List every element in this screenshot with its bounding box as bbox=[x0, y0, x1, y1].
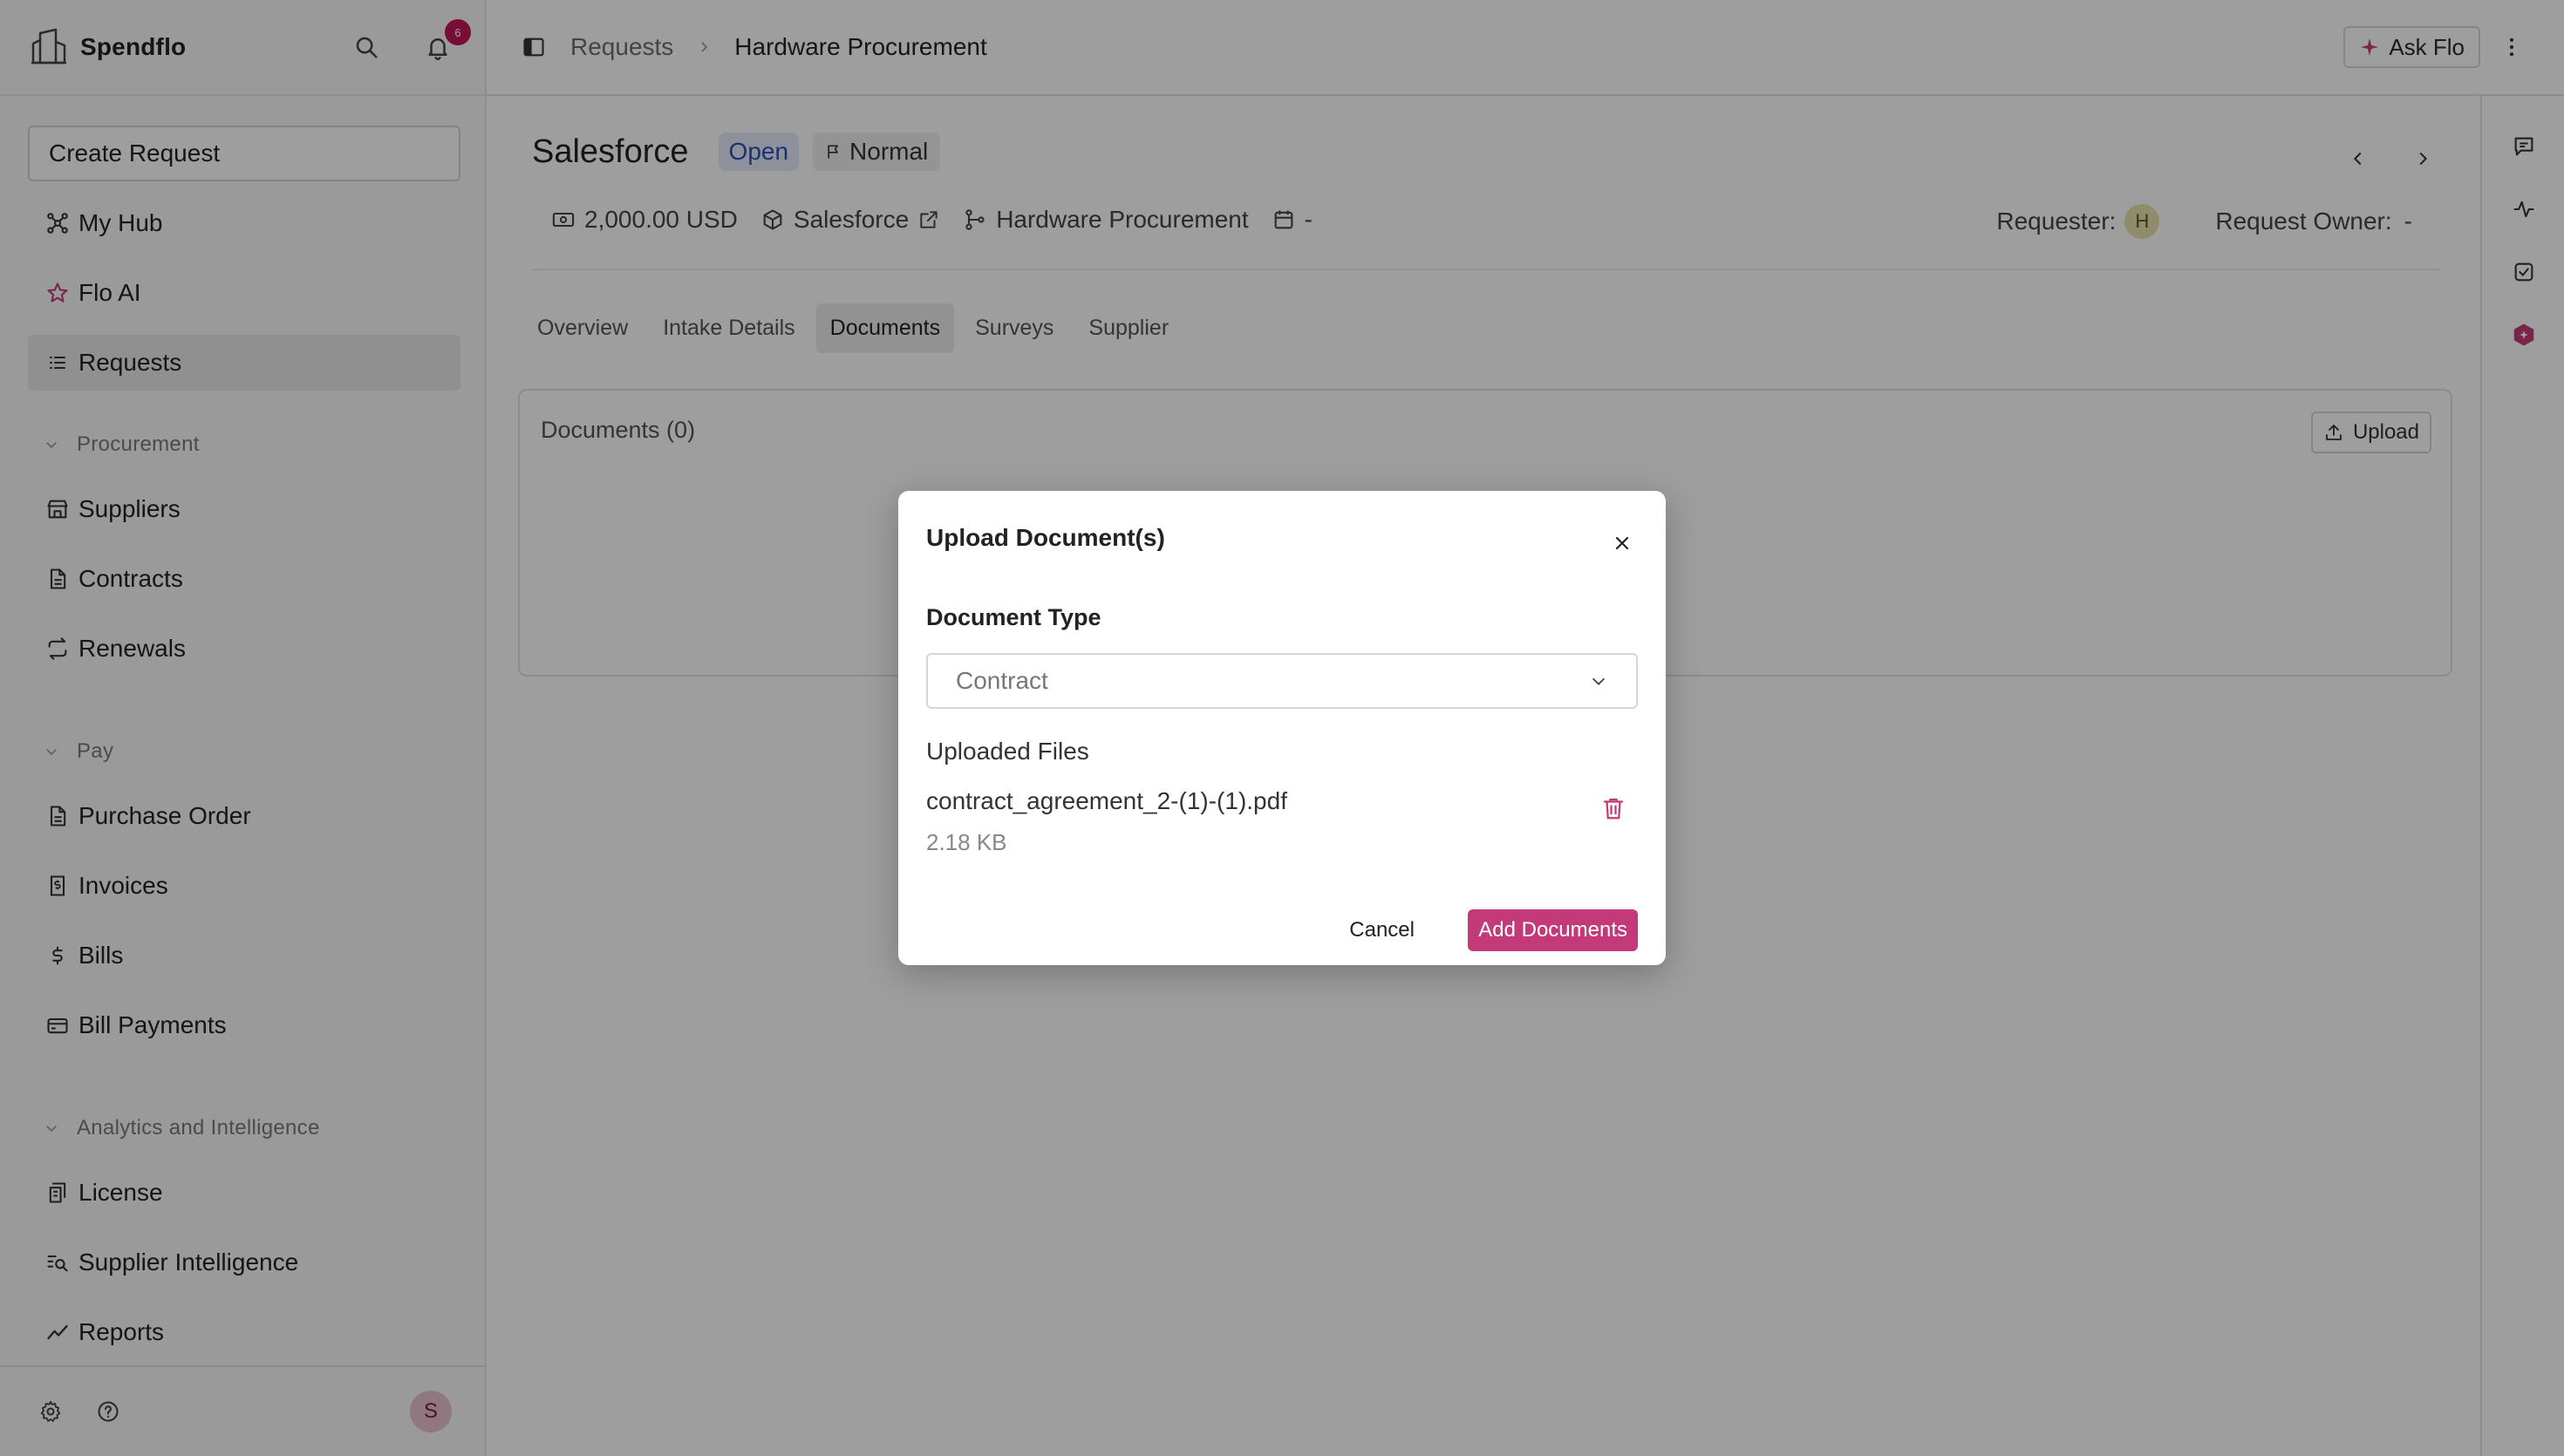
dialog-title: Upload Document(s) bbox=[926, 524, 1165, 551]
uploaded-file-size: 2.18 KB bbox=[926, 829, 1007, 855]
add-documents-button[interactable]: Add Documents bbox=[1468, 909, 1638, 951]
document-type-select[interactable]: Contract bbox=[926, 653, 1638, 709]
close-icon bbox=[1615, 536, 1629, 550]
uploaded-file-name: contract_agreement_2-(1)-(1).pdf bbox=[926, 787, 1287, 814]
document-type-label: Document Type bbox=[926, 604, 1101, 630]
uploaded-files-label: Uploaded Files bbox=[926, 738, 1089, 765]
document-type-value: Contract bbox=[956, 667, 1048, 694]
chevron-down-icon bbox=[1592, 677, 1606, 685]
trash-icon bbox=[1603, 798, 1624, 820]
delete-file-button[interactable] bbox=[1596, 791, 1631, 826]
upload-documents-dialog: Upload Document(s) Document Type Contrac… bbox=[898, 491, 1666, 965]
cancel-button[interactable]: Cancel bbox=[1335, 909, 1429, 951]
close-dialog-button[interactable] bbox=[1605, 526, 1640, 561]
